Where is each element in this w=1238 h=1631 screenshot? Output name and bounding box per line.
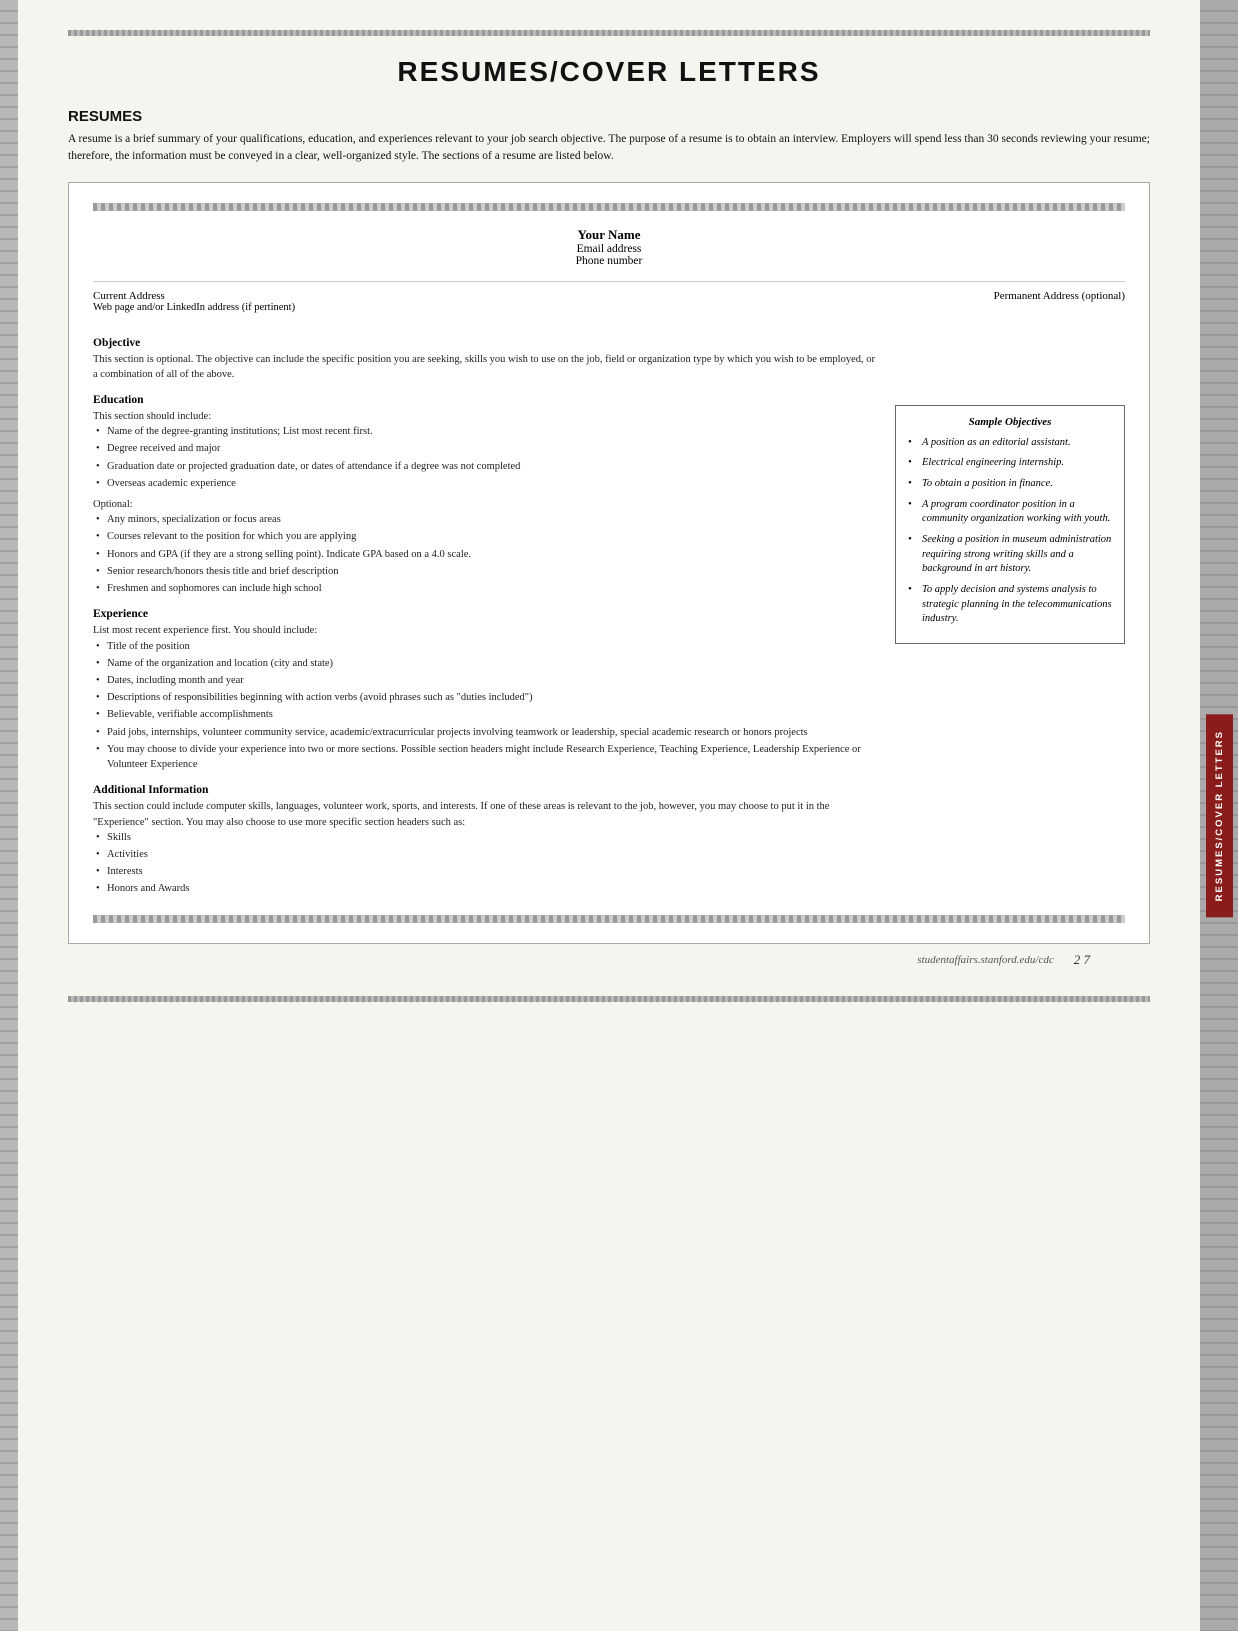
resume-top-border [93, 203, 1125, 211]
additional-info-item: Skills [93, 830, 879, 845]
footer-url: studentaffairs.stanford.edu/cdc [917, 954, 1053, 966]
education-optional-item: Courses relevant to the position for whi… [93, 529, 879, 544]
resumes-intro: A resume is a brief summary of your qual… [68, 131, 1150, 166]
additional-info-text: This section could include computer skil… [93, 799, 879, 896]
experience-item: Descriptions of responsibilities beginni… [93, 690, 879, 705]
resume-bottom-border [93, 915, 1125, 923]
education-optional-list: Any minors, specialization or focus area… [93, 512, 879, 596]
additional-info-item: Activities [93, 847, 879, 862]
education-heading: Education [93, 394, 879, 406]
page-footer: studentaffairs.stanford.edu/cdc 2 7 [68, 944, 1150, 976]
additional-info-heading: Additional Information [93, 784, 879, 796]
resume-address-row: Current Address Web page and/or LinkedIn… [93, 281, 1125, 313]
education-item: Overseas academic experience [93, 476, 879, 491]
experience-item: Dates, including month and year [93, 673, 879, 688]
sample-objective-item: To apply decision and systems analysis t… [908, 583, 1112, 627]
resume-name: Your Name [93, 227, 1125, 243]
current-address-label: Current Address [93, 290, 295, 302]
resume-document: Your Name Email address Phone number Cur… [68, 182, 1150, 944]
optional-label: Optional: [93, 497, 879, 512]
resume-header: Your Name Email address Phone number [93, 227, 1125, 267]
objective-heading: Objective [93, 337, 879, 349]
additional-info-item: Interests [93, 864, 879, 879]
page-title: RESUMES/COVER LETTERS [68, 56, 1150, 88]
side-tab-label: RESUMES/COVER LETTERS [1206, 714, 1233, 917]
education-optional-item: Freshmen and sophomores can include high… [93, 581, 879, 596]
resume-left-column: Objective This section is optional. The … [93, 325, 879, 899]
education-text: This section should include: Name of the… [93, 409, 879, 596]
resume-current-address: Current Address Web page and/or LinkedIn… [93, 290, 295, 313]
education-optional-item: Any minors, specialization or focus area… [93, 512, 879, 527]
experience-heading: Experience [93, 608, 879, 620]
sample-objective-item: A program coordinator position in a comm… [908, 498, 1112, 527]
education-optional-item: Honors and GPA (if they are a strong sel… [93, 547, 879, 562]
experience-text: List most recent experience first. You s… [93, 623, 879, 772]
experience-item: Name of the organization and location (c… [93, 656, 879, 671]
left-decorative-strip [0, 0, 18, 1631]
experience-item: Title of the position [93, 639, 879, 654]
resume-email: Email address [93, 243, 1125, 255]
resumes-heading: RESUMES [68, 108, 1150, 125]
experience-item: You may choose to divide your experience… [93, 742, 879, 772]
education-optional-item: Senior research/honors thesis title and … [93, 564, 879, 579]
education-item: Graduation date or projected graduation … [93, 459, 879, 474]
resume-phone: Phone number [93, 255, 1125, 267]
experience-item: Paid jobs, internships, volunteer commun… [93, 725, 879, 740]
page-container: RESUMES/COVER LETTERS RESUMES A resume i… [0, 0, 1238, 1631]
sample-objectives-box: Sample Objectives A position as an edito… [895, 405, 1125, 645]
sample-objectives-list: A position as an editorial assistant. El… [908, 436, 1112, 628]
sample-objective-item: A position as an editorial assistant. [908, 436, 1112, 451]
sample-objectives-title: Sample Objectives [908, 416, 1112, 428]
page-number: 2 7 [1074, 952, 1090, 968]
education-item: Name of the degree-granting institutions… [93, 424, 879, 439]
resume-right-column: Sample Objectives A position as an edito… [895, 325, 1125, 899]
additional-info-list: Skills Activities Interests Honors and A… [93, 830, 879, 897]
experience-item: Believable, verifiable accomplishments [93, 707, 879, 722]
resume-permanent-address: Permanent Address (optional) [994, 290, 1125, 313]
sample-objective-item: Electrical engineering internship. [908, 456, 1112, 471]
sample-objective-item: To obtain a position in finance. [908, 477, 1112, 492]
education-item: Degree received and major [93, 441, 879, 456]
resume-body: Objective This section is optional. The … [93, 325, 1125, 899]
additional-info-item: Honors and Awards [93, 881, 879, 896]
sample-objective-item: Seeking a position in museum administrat… [908, 533, 1112, 577]
objective-text: This section is optional. The objective … [93, 352, 879, 382]
resume-web-label: Web page and/or LinkedIn address (if per… [93, 302, 295, 313]
experience-list: Title of the position Name of the organi… [93, 639, 879, 773]
right-sidebar: RESUMES/COVER LETTERS [1200, 0, 1238, 1631]
main-content: RESUMES/COVER LETTERS RESUMES A resume i… [18, 0, 1200, 1631]
education-list: Name of the degree-granting institutions… [93, 424, 879, 491]
